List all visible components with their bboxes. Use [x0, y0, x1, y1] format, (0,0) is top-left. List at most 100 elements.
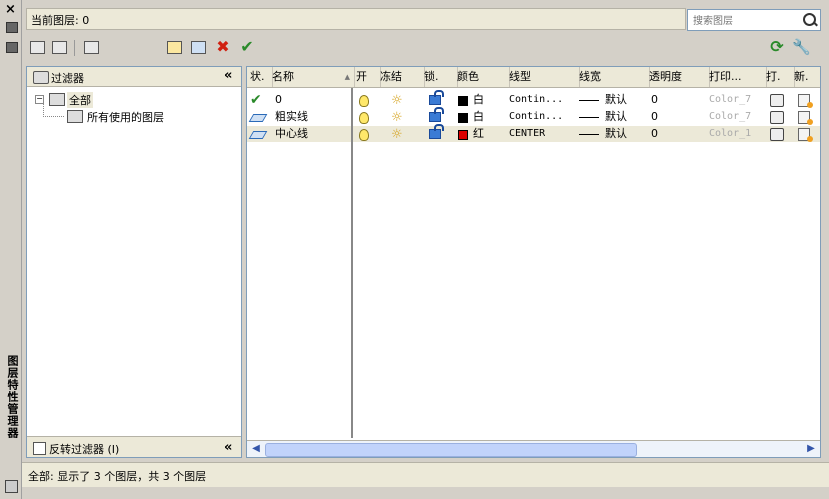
lineweight-sample [579, 134, 599, 135]
color-name[interactable]: 白 [473, 92, 484, 108]
sort-arrow-icon: ▲ [344, 73, 350, 81]
new-vp-frozen-layer-button[interactable] [189, 38, 207, 56]
on-bulb-icon[interactable] [359, 112, 369, 124]
collapse-filter-icon[interactable]: « [224, 440, 233, 455]
column-header-freeze[interactable]: 冻结 [377, 67, 425, 87]
layer-list-panel: 状. 名称 ▲ 开 冻结 锁. 颜色 线型 线宽 透明度 打印... 打. 新. … [246, 66, 821, 458]
thaw-sun-icon[interactable]: ☼ [391, 93, 403, 108]
layer-name[interactable]: 0 [275, 92, 282, 108]
delete-layer-button[interactable]: ✖ [214, 38, 232, 56]
scroll-left-icon[interactable]: ◀ [249, 442, 263, 456]
layer-properties-manager: 当前图层: 0 ✖ ✔ ⟳ 🔧 过滤器 « − 全部 所有使用的图层 反转过滤器 [22, 0, 829, 499]
thaw-sun-icon[interactable]: ☼ [391, 110, 403, 125]
new-property-filter-button[interactable] [28, 38, 46, 56]
toolbar-separator [74, 40, 75, 56]
current-layer-label: 当前图层: 0 [26, 8, 686, 30]
layer-states-manager-button[interactable] [82, 38, 100, 56]
invert-filter-checkbox[interactable] [33, 442, 46, 455]
printer-icon[interactable] [770, 128, 784, 141]
color-name[interactable]: 红 [473, 126, 484, 142]
on-bulb-icon[interactable] [359, 129, 369, 141]
scroll-right-icon[interactable]: ▶ [804, 442, 818, 456]
filter-icon [29, 41, 45, 54]
tree-connector [43, 102, 64, 117]
new-layer-button[interactable] [165, 38, 183, 56]
color-swatch[interactable] [458, 113, 468, 123]
name-column-divider[interactable] [351, 88, 353, 438]
transparency[interactable]: 0 [651, 92, 658, 108]
column-header-linetype[interactable]: 线型 [506, 67, 580, 87]
refresh-icon[interactable]: ⟳ [768, 38, 786, 56]
lineweight[interactable]: 默认 [605, 109, 627, 125]
on-bulb-icon[interactable] [359, 95, 369, 107]
color-name[interactable]: 白 [473, 109, 484, 125]
layer-status-icon [248, 131, 268, 139]
transparency[interactable]: 0 [651, 126, 658, 142]
new-vp-freeze-icon[interactable] [798, 128, 813, 142]
new-vp-layer-icon [190, 41, 206, 54]
printer-icon[interactable] [770, 94, 784, 107]
linetype[interactable]: Contin... [509, 109, 563, 125]
table-row[interactable]: 中心线 ☼ 红 CENTER 默认 0 Color_1 [247, 124, 820, 142]
column-header-name-label: 名称 [272, 70, 294, 83]
status-bar: 全部: 显示了 3 个图层，共 3 个图层 [22, 462, 829, 487]
search-icon[interactable] [803, 13, 816, 26]
unlock-icon[interactable] [429, 90, 444, 105]
group-filter-icon [51, 41, 67, 54]
column-header-lock[interactable]: 锁. [421, 67, 458, 87]
filter-footer: 反转过滤器 (I) « [27, 436, 241, 457]
thaw-sun-icon[interactable]: ☼ [391, 127, 403, 142]
set-current-button[interactable]: ✔ [238, 38, 256, 56]
column-header-plot-style[interactable]: 打印... [706, 67, 767, 87]
printer-icon[interactable] [770, 111, 784, 124]
new-layer-icon [166, 41, 182, 54]
lineweight[interactable]: 默认 [605, 126, 627, 142]
transparency[interactable]: 0 [651, 109, 658, 125]
scroll-thumb[interactable] [265, 443, 637, 457]
layer-status-icon [248, 114, 268, 122]
plot-style: Color_7 [709, 111, 752, 122]
layer-name[interactable]: 粗实线 [275, 109, 308, 125]
column-header-row: 状. 名称 ▲ 开 冻结 锁. 颜色 线型 线宽 透明度 打印... 打. 新. [247, 67, 820, 88]
filter-icon [67, 110, 83, 123]
table-row[interactable]: ✔ 0 ☼ 白 Contin... 默认 0 Color_7 [247, 90, 820, 108]
new-vp-freeze-icon[interactable] [798, 94, 813, 108]
plot-style: Color_7 [709, 94, 752, 105]
column-header-transparency[interactable]: 透明度 [646, 67, 710, 87]
column-header-new-vp-freeze[interactable]: 新. [791, 67, 820, 87]
search-input[interactable] [691, 11, 803, 31]
column-header-color[interactable]: 颜色 [454, 67, 510, 87]
close-icon[interactable]: × [5, 3, 16, 16]
unlock-icon[interactable] [429, 107, 444, 122]
layer-states-icon [83, 41, 99, 54]
invert-filter-label: 反转过滤器 (I) [49, 443, 120, 456]
column-header-lineweight[interactable]: 线宽 [576, 67, 650, 87]
linetype[interactable]: CENTER [509, 126, 545, 142]
settings-icon[interactable]: 🔧 [792, 38, 811, 56]
horizontal-scrollbar[interactable]: ◀ ▶ [247, 440, 820, 457]
filter-tree-panel: 过滤器 « − 全部 所有使用的图层 反转过滤器 (I) « [26, 66, 242, 458]
tree-item-label: 全部 [67, 92, 93, 108]
collapse-filter-icon[interactable]: « [224, 68, 233, 83]
properties-icon[interactable] [6, 42, 18, 53]
filter-header: 过滤器 « [27, 67, 241, 87]
search-box[interactable] [687, 9, 821, 31]
palette-strip: × 图层特性管理器 [0, 0, 22, 499]
layer-name[interactable]: 中心线 [275, 126, 308, 142]
new-vp-freeze-icon[interactable] [798, 111, 813, 125]
color-swatch[interactable] [458, 130, 468, 140]
lineweight-sample [579, 117, 599, 118]
new-group-filter-button[interactable] [50, 38, 68, 56]
unlock-icon[interactable] [429, 124, 444, 139]
filter-icon [33, 71, 49, 84]
layer-manager-icon [5, 480, 18, 493]
current-layer-check-icon: ✔ [250, 92, 262, 108]
table-row[interactable]: 粗实线 ☼ 白 Contin... 默认 0 Color_7 [247, 107, 820, 125]
auto-hide-icon[interactable] [6, 22, 18, 33]
color-swatch[interactable] [458, 96, 468, 106]
lineweight[interactable]: 默认 [605, 92, 627, 108]
palette-title: 图层特性管理器 [6, 355, 19, 439]
plot-style: Color_1 [709, 128, 752, 139]
column-header-name[interactable]: 名称 ▲ [269, 67, 355, 87]
linetype[interactable]: Contin... [509, 92, 563, 108]
